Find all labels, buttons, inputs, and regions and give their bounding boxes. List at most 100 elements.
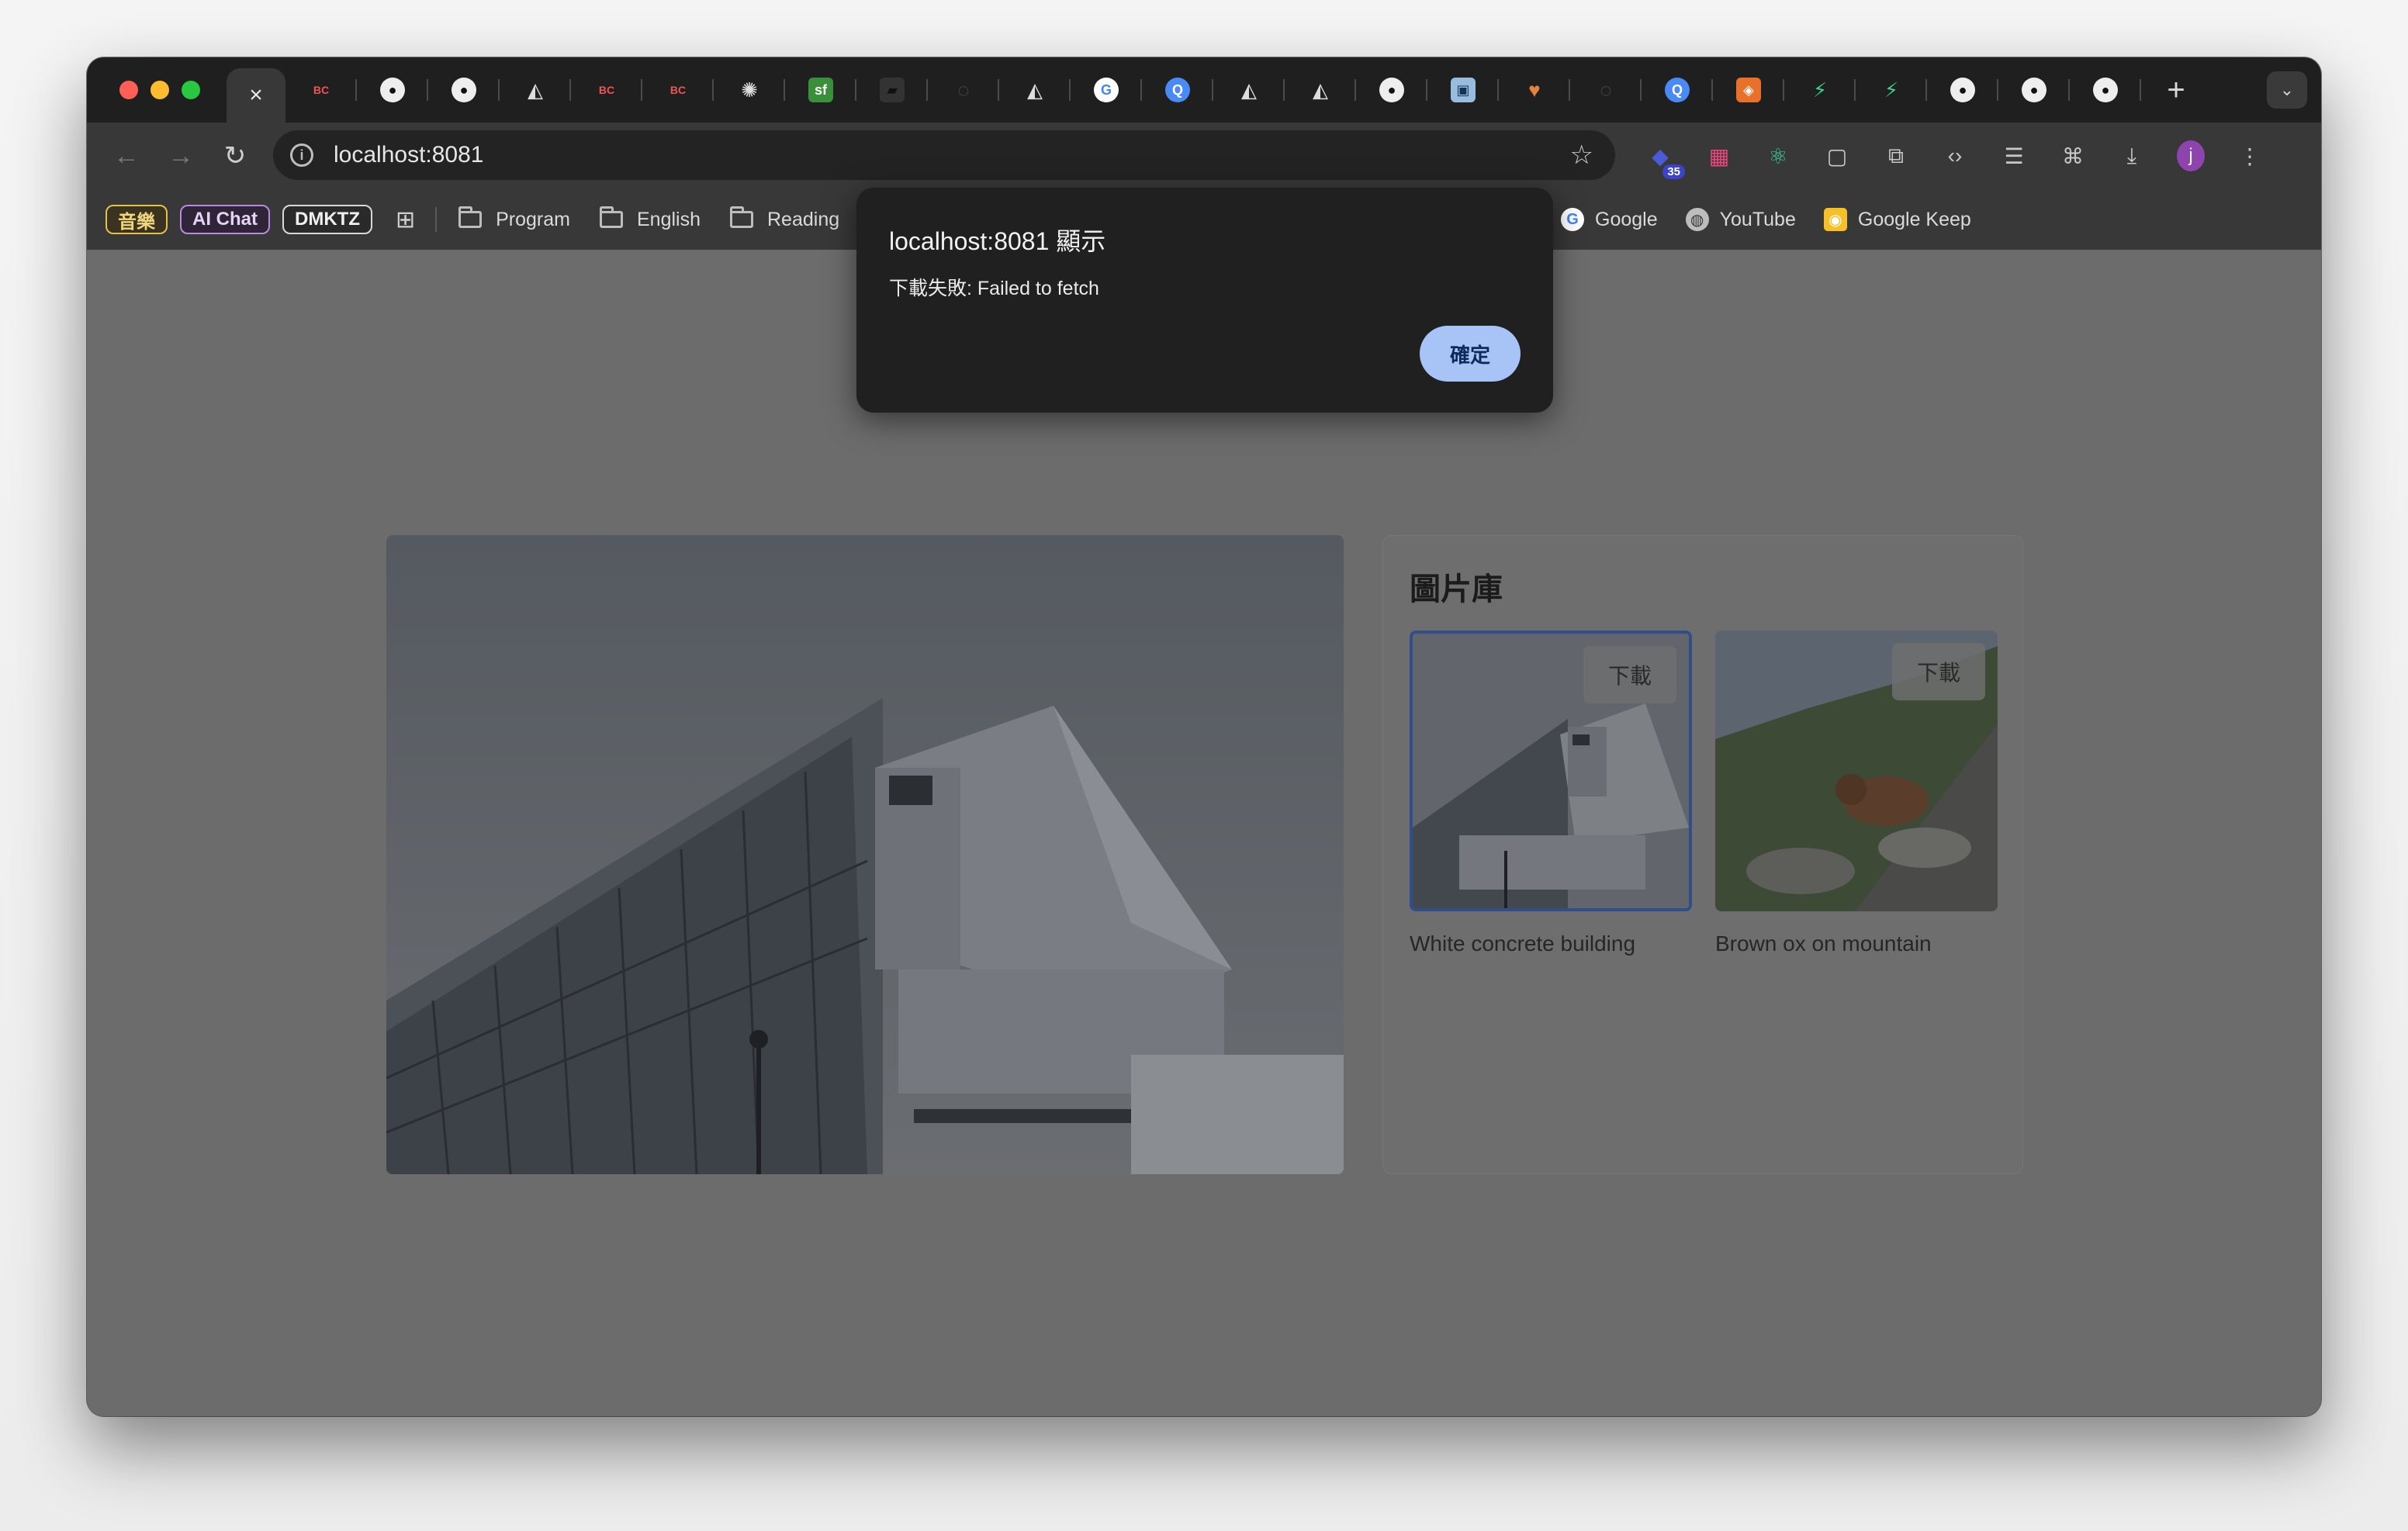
bookmark-chip-music[interactable]: 音樂 xyxy=(106,205,168,234)
minimize-window-button[interactable] xyxy=(150,81,169,99)
heart-icon: ♥ xyxy=(1528,78,1541,102)
github-icon: ● xyxy=(2093,78,2118,102)
github-icon: ● xyxy=(2022,78,2046,102)
active-tab[interactable]: × xyxy=(227,68,285,123)
code-icon[interactable]: ‹› xyxy=(1941,142,1969,170)
dialog-message: 下載失敗: Failed to fetch xyxy=(889,278,1099,299)
download-button[interactable]: 下載 xyxy=(1583,646,1676,703)
folder-icon xyxy=(730,206,753,228)
bookmarks-divider xyxy=(435,207,438,232)
tab[interactable]: BC xyxy=(285,57,357,123)
download-icon[interactable]: ⤓ xyxy=(2118,142,2146,170)
prisma-icon: ◭ xyxy=(1027,78,1043,102)
close-window-button[interactable] xyxy=(119,81,138,99)
bookmark-chip-ai-chat[interactable]: AI Chat xyxy=(180,205,270,234)
bookmark-label: YouTube xyxy=(1719,208,1796,230)
google-keep-icon: ◉ xyxy=(1823,208,1847,231)
reading-list-icon[interactable]: ☰ xyxy=(2000,142,2028,170)
tab-search-button[interactable]: ⌄ xyxy=(2267,71,2307,109)
bookmark-chip-dmktz[interactable]: DMKTZ xyxy=(282,205,372,234)
tab[interactable]: ◭ xyxy=(1213,57,1285,123)
tab[interactable]: BC xyxy=(642,57,714,123)
image-icon: ▣ xyxy=(1451,78,1476,102)
openai-icon: ✺ xyxy=(741,78,758,102)
bookmark-star-icon[interactable]: ☆ xyxy=(1570,140,1593,171)
main-image xyxy=(386,535,1344,1174)
extension-icon[interactable]: ◆ 35 xyxy=(1646,142,1685,179)
tab[interactable]: Q xyxy=(1142,57,1213,123)
react-devtools-icon[interactable]: ⚛ xyxy=(1764,142,1792,170)
tab[interactable]: ◭ xyxy=(500,57,571,123)
tab[interactable]: ⚡ xyxy=(1856,57,1927,123)
quora-icon: Q xyxy=(1165,78,1190,102)
bookmark-folder-reading[interactable]: Reading xyxy=(730,206,840,231)
avatar: j xyxy=(2177,140,2205,171)
tab[interactable]: Q xyxy=(1642,57,1713,123)
tab[interactable]: ● xyxy=(2070,57,2141,123)
download-button[interactable]: 下載 xyxy=(1892,643,1985,700)
back-button[interactable]: ← xyxy=(99,141,154,171)
tab[interactable]: ● xyxy=(357,57,428,123)
bookmark-folder-program[interactable]: Program xyxy=(458,206,570,231)
google-icon: G xyxy=(1561,208,1584,231)
gallery-thumb-building[interactable]: 下載 xyxy=(1410,631,1692,911)
translate-extension-icon[interactable]: ▦ xyxy=(1705,142,1733,170)
google-icon: G xyxy=(1094,78,1119,102)
tab-strip: × BC ● ● ◭ BC BC ✺ sf ▰ ◌ ◭ G Q ◭ ◭ ● ▣ … xyxy=(87,57,2321,123)
folder-icon xyxy=(458,206,483,228)
prisma-icon: ◭ xyxy=(1241,78,1257,102)
reader-glasses-icon[interactable]: ▢ xyxy=(1823,142,1851,170)
tab[interactable]: sf xyxy=(785,57,856,123)
gallery-caption: White concrete building xyxy=(1410,931,1636,956)
apps-grid-icon[interactable]: ⊞ xyxy=(396,206,415,233)
zoom-window-button[interactable] xyxy=(182,81,200,99)
tab[interactable]: ⚡ xyxy=(1784,57,1856,123)
gallery-panel: 圖片庫 下載 White concrete building 下載 Brown … xyxy=(1382,535,2023,1174)
forward-button[interactable]: → xyxy=(154,141,208,171)
github-icon: ● xyxy=(452,78,476,102)
tab[interactable]: ♥ xyxy=(1499,57,1570,123)
site-info-icon[interactable]: i xyxy=(290,143,313,167)
window-controls xyxy=(119,81,200,99)
bc-icon: BC xyxy=(669,84,687,96)
close-tab-icon[interactable]: × xyxy=(249,82,263,109)
tab[interactable]: ▣ xyxy=(1427,57,1499,123)
tab[interactable]: ● xyxy=(1356,57,1427,123)
tab[interactable]: ● xyxy=(1927,57,1998,123)
bookmark-google-keep[interactable]: ◉ Google Keep xyxy=(1823,208,1971,231)
tab[interactable]: ● xyxy=(1998,57,2070,123)
bookmark-google[interactable]: G Google xyxy=(1561,208,1658,231)
tab[interactable]: G xyxy=(1071,57,1142,123)
bookmark-label: Google xyxy=(1595,208,1658,230)
tab[interactable]: BC xyxy=(571,57,642,123)
ok-button[interactable]: 確定 xyxy=(1420,326,1521,382)
gallery-caption: Brown ox on mountain xyxy=(1715,931,1932,956)
tab[interactable]: ◭ xyxy=(999,57,1071,123)
github-icon: ● xyxy=(380,78,405,102)
reload-button[interactable]: ↻ xyxy=(208,140,262,171)
tab[interactable]: ◭ xyxy=(1285,57,1356,123)
bookmark-folder-english[interactable]: English xyxy=(600,206,701,231)
tab[interactable]: ▰ xyxy=(856,57,928,123)
tab[interactable]: ◈ xyxy=(1713,57,1784,123)
browser-toolbar: ← → ↻ i localhost:8081 ☆ ◆ 35 ▦ ⚛ ▢ ⧉ ‹› … xyxy=(87,123,2321,189)
translate-icon[interactable]: ⌘ xyxy=(2059,142,2087,170)
symfony-icon: sf xyxy=(808,78,833,102)
tab[interactable]: ● xyxy=(428,57,500,123)
tab[interactable]: ◌ xyxy=(928,57,999,123)
bookmark-label: Google Keep xyxy=(1857,208,1971,230)
bookmark-label: Reading xyxy=(767,208,840,230)
profile-avatar[interactable]: j xyxy=(2177,140,2205,171)
extensions-puzzle-icon[interactable]: ⧉ xyxy=(1882,142,1910,170)
github-icon: ● xyxy=(1950,78,1975,102)
new-tab-button[interactable]: + xyxy=(2157,73,2195,108)
dialog-title: localhost:8081 顯示 xyxy=(889,227,1106,255)
tab[interactable]: ◌ xyxy=(1570,57,1642,123)
globe-icon: ◍ xyxy=(1685,208,1709,231)
gallery-thumb-ox[interactable]: 下載 xyxy=(1715,631,1998,911)
more-menu-icon[interactable]: ⋮ xyxy=(2236,142,2264,170)
extension-badge: 35 xyxy=(1662,164,1685,179)
address-bar[interactable]: i localhost:8081 ☆ xyxy=(273,130,1615,180)
bookmark-youtube[interactable]: ◍ YouTube xyxy=(1685,208,1796,231)
tab[interactable]: ✺ xyxy=(714,57,785,123)
